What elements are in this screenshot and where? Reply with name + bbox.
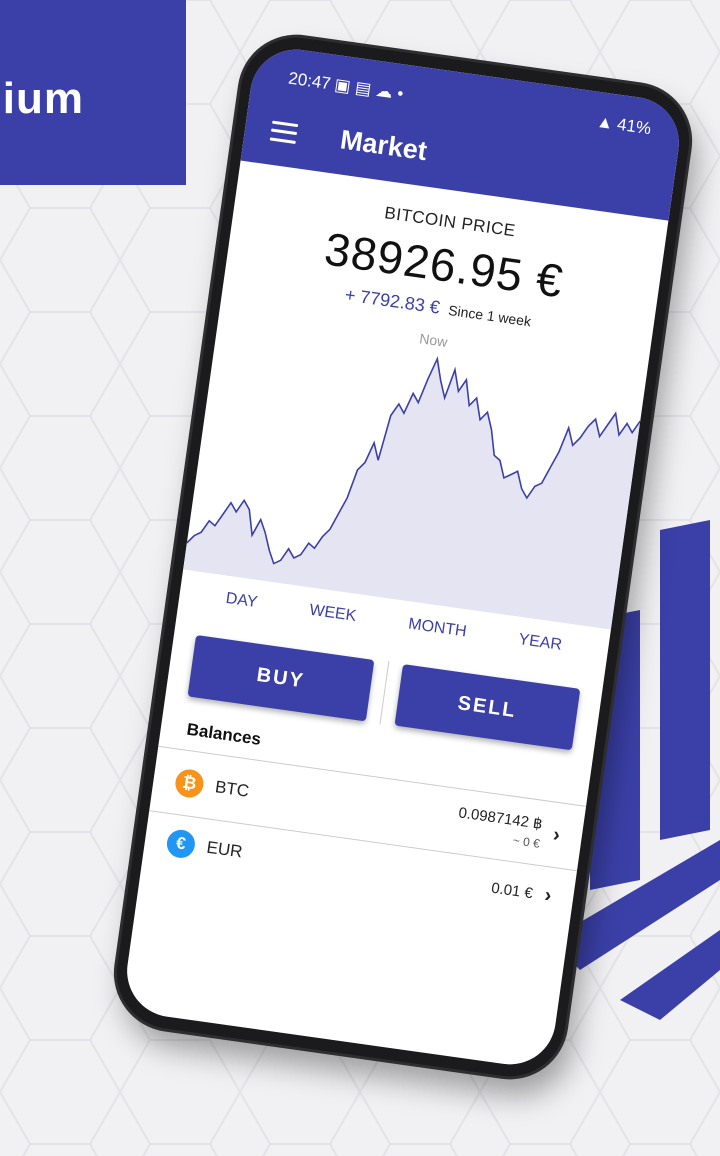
notification-icons: ▣ ▤ ☁ • xyxy=(333,74,405,104)
chevron-right-icon: › xyxy=(543,883,553,907)
status-time: 20:47 xyxy=(287,68,333,94)
chevron-right-icon: › xyxy=(551,823,562,846)
euro-icon: € xyxy=(165,828,197,860)
balance-amount: 0.01 € xyxy=(490,879,534,902)
signal-icon: ▲ xyxy=(595,111,615,133)
page-title: Market xyxy=(338,124,429,167)
action-divider xyxy=(378,660,389,725)
bitcoin-icon: ₿ xyxy=(173,767,206,800)
price-change-period: Since 1 week xyxy=(447,302,533,330)
phone-screen: 20:47 ▣ ▤ ☁ • ▲ 41% Market BITCOIN PRICE… xyxy=(121,43,685,1071)
phone-device: 20:47 ▣ ▤ ☁ • ▲ 41% Market BITCOIN PRICE… xyxy=(109,30,697,1084)
balance-name: EUR xyxy=(205,837,244,862)
hamburger-icon[interactable] xyxy=(269,120,299,144)
balance-name: BTC xyxy=(213,777,251,801)
battery-level: 41% xyxy=(615,114,653,139)
